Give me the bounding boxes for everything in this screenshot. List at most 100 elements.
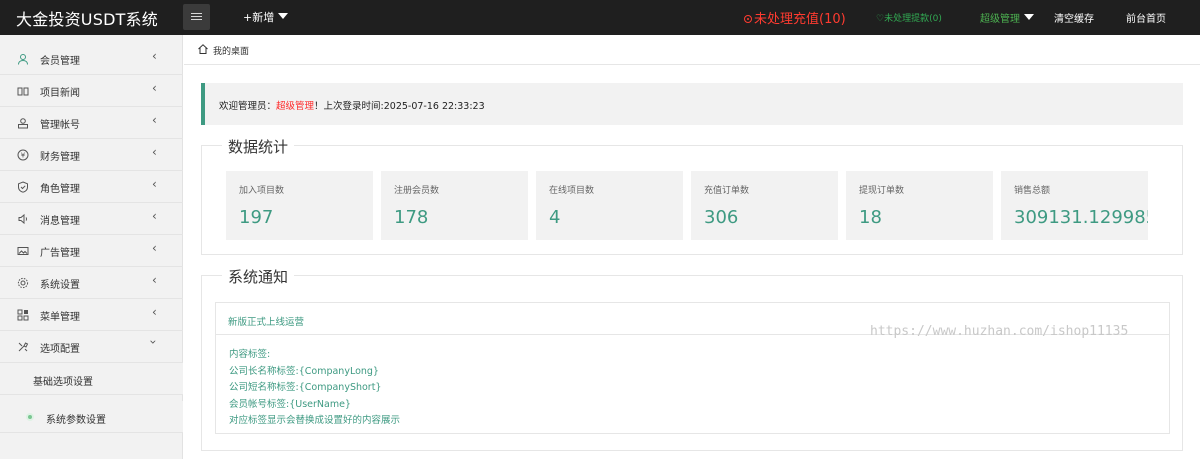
svg-text:¥: ¥ — [21, 152, 26, 160]
stat-value: 309131.1299858 — [1014, 207, 1148, 228]
welcome-banner: 欢迎管理员：超级管理！上次登录时间:2025-07-16 22:33:23 — [201, 83, 1183, 125]
notice-title[interactable]: 新版正式上线运营 — [228, 314, 304, 328]
welcome-role: 超级管理 — [276, 101, 315, 112]
pending-recharge-label: 未处理充值(10) — [754, 12, 846, 27]
chevron-left-icon: ‹ — [152, 241, 157, 255]
tools-icon — [17, 341, 29, 353]
sidebar-item-label: 会员管理 — [40, 56, 80, 67]
chevron-left-icon: ‹ — [152, 49, 157, 63]
caret-down-icon — [278, 13, 289, 19]
welcome-suffix: ！上次登录时间:2025-07-16 22:33:23 — [314, 101, 485, 112]
notice-line: 公司长名称标签:{CompanyLong} — [229, 366, 379, 377]
chevron-left-icon: ‹ — [152, 113, 157, 127]
sidebar-item-system-settings[interactable]: 系统设置 ‹ — [0, 267, 183, 299]
shield-icon — [17, 181, 29, 193]
notice-line: 对应标签显示会替换成设置好的内容展示 — [229, 415, 401, 426]
stat-value: 18 — [859, 207, 882, 228]
chevron-left-icon: ‹ — [152, 177, 157, 191]
sidebar-item-label: 项目新闻 — [40, 88, 80, 99]
sidebar-item-ads[interactable]: 广告管理 ‹ — [0, 235, 183, 267]
welcome-text: 欢迎管理员：超级管理！上次登录时间:2025-07-16 22:33:23 — [219, 98, 485, 112]
sidebar-item-label: 财务管理 — [40, 152, 80, 163]
stat-value: 197 — [239, 207, 274, 228]
stat-label: 在线项目数 — [549, 186, 595, 196]
sidebar-item-menus[interactable]: 菜单管理 ‹ — [0, 299, 183, 331]
sidebar-item-news[interactable]: 项目新闻 ‹ — [0, 75, 183, 107]
chevron-left-icon: ‹ — [152, 145, 157, 159]
stat-card-joined-projects[interactable]: 加入项目数 197 — [226, 171, 373, 240]
chevron-left-icon: ‹ — [152, 273, 157, 287]
sidebar-item-label: 选项配置 — [40, 344, 80, 355]
stat-value: 4 — [549, 207, 561, 228]
sidebar-subitem-system-params[interactable]: 系统参数设置 — [0, 401, 183, 433]
stat-card-online-projects[interactable]: 在线项目数 4 — [536, 171, 683, 240]
chevron-left-icon: ‹ — [152, 209, 157, 223]
user-card-icon — [17, 117, 29, 129]
breadcrumb: 我的桌面 — [184, 35, 1200, 65]
add-new-label: +新增 — [243, 11, 275, 24]
stat-card-recharge-orders[interactable]: 充值订单数 306 — [691, 171, 838, 240]
alert-dot-icon — [744, 15, 752, 23]
welcome-prefix: 欢迎管理员： — [219, 101, 277, 112]
sidebar-subitem-label: 系统参数设置 — [46, 415, 106, 426]
gear-icon — [17, 277, 29, 289]
stat-label: 销售总额 — [1014, 186, 1051, 196]
sidebar-item-label: 管理帐号 — [40, 120, 80, 131]
diamond-icon: ♡ — [876, 14, 885, 24]
stat-card-withdraw-orders[interactable]: 提现订单数 18 — [846, 171, 993, 240]
top-bar: 大金投资USDT系统 +新增 未处理充值(10) ♡未处理提款(0) 超级管理 … — [0, 0, 1200, 35]
sidebar-subitem-label: 基础选项设置 — [33, 377, 93, 388]
notice-legend: 系统通知 — [222, 266, 295, 287]
sidebar-item-label: 系统设置 — [40, 280, 80, 291]
home-icon — [197, 43, 209, 55]
speaker-icon — [17, 213, 29, 225]
breadcrumb-my-desktop[interactable]: 我的桌面 — [213, 44, 249, 57]
stat-label: 充值订单数 — [704, 186, 750, 196]
dot-icon — [26, 413, 34, 421]
book-icon — [17, 85, 29, 97]
stat-label: 加入项目数 — [239, 186, 285, 196]
stat-card-registered-members[interactable]: 注册会员数 178 — [381, 171, 528, 240]
chevron-down-icon: ‹ — [145, 339, 160, 345]
sidebar-item-members[interactable]: 会员管理 ‹ — [0, 43, 183, 75]
sidebar-item-finance[interactable]: ¥ 财务管理 ‹ — [0, 139, 183, 171]
notice-line: 会员帐号标签:{UserName} — [229, 399, 351, 410]
image-icon — [17, 245, 29, 257]
stat-value: 306 — [704, 207, 739, 228]
stat-card-total-sales[interactable]: 销售总额 309131.1299858 — [1001, 171, 1148, 240]
add-new-menu[interactable]: +新增 — [243, 9, 289, 25]
sidebar-item-label: 消息管理 — [40, 216, 80, 227]
sidebar-item-label: 菜单管理 — [40, 312, 80, 323]
frontend-home-link[interactable]: 前台首页 — [1126, 10, 1166, 25]
chevron-left-icon: ‹ — [152, 305, 157, 319]
sidebar-item-options[interactable]: 选项配置 ‹ — [0, 331, 183, 363]
sidebar-item-label: 角色管理 — [40, 184, 80, 195]
app-title: 大金投资USDT系统 — [16, 10, 158, 29]
user-icon — [17, 53, 29, 65]
stats-legend: 数据统计 — [222, 136, 295, 157]
pending-recharge-link[interactable]: 未处理充值(10) — [744, 8, 846, 27]
admin-menu[interactable]: 超级管理 — [980, 10, 1034, 25]
sidebar-item-label: 广告管理 — [40, 248, 80, 259]
grid-icon — [17, 309, 29, 321]
clear-cache-link[interactable]: 清空缓存 — [1054, 10, 1094, 25]
yen-icon: ¥ — [17, 149, 29, 161]
notice-line: 公司短名称标签:{CompanyShort} — [229, 382, 382, 393]
notice-box: 新版正式上线运营 内容标签: 公司长名称标签:{CompanyLong} 公司短… — [215, 302, 1170, 434]
stat-label: 注册会员数 — [394, 186, 440, 196]
sidebar-item-messages[interactable]: 消息管理 ‹ — [0, 203, 183, 235]
sidebar: 会员管理 ‹ 项目新闻 ‹ 管理帐号 ‹ ¥ 财务管理 ‹ 角色管理 ‹ 消息管… — [0, 35, 183, 459]
sidebar-subitem-basic-options[interactable]: 基础选项设置 — [0, 363, 183, 395]
menu-toggle-button[interactable] — [183, 4, 210, 30]
notice-line: 内容标签: — [229, 349, 271, 360]
watermark-text: https://www.huzhan.com/ishop11135 — [870, 324, 1129, 339]
sidebar-item-roles[interactable]: 角色管理 ‹ — [0, 171, 183, 203]
stat-value: 178 — [394, 207, 429, 228]
stat-label: 提现订单数 — [859, 186, 905, 196]
caret-down-icon — [1024, 14, 1034, 20]
pending-withdraw-label: 未处理提款(0) — [884, 14, 942, 24]
admin-label: 超级管理 — [980, 14, 1020, 25]
pending-withdraw-link[interactable]: ♡未处理提款(0) — [876, 11, 942, 24]
chevron-left-icon: ‹ — [152, 81, 157, 95]
sidebar-item-admin-accounts[interactable]: 管理帐号 ‹ — [0, 107, 183, 139]
